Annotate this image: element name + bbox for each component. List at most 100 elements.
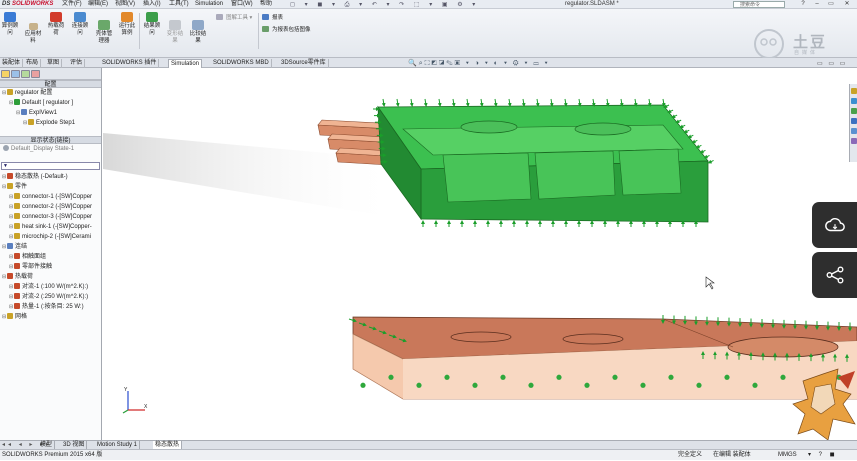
compare-results-button[interactable]: 比较结 果 — [187, 20, 209, 45]
convection-arrow — [409, 98, 414, 107]
tree-item-label: connector-3 (-[SW]Copper — [22, 214, 93, 220]
tree-item[interactable]: ⊟ 网格 — [0, 312, 101, 322]
editing-state: 在编辑 装配体 — [713, 452, 751, 458]
tree-item[interactable]: ⊟ Default [ regulator ] — [0, 98, 101, 108]
property-manager-tab-icon[interactable] — [11, 70, 20, 78]
assembly-model-view[interactable]: Y X — [103, 69, 857, 440]
heat-sink-part[interactable] — [377, 104, 709, 223]
tree-item[interactable]: ⊟ connector-2 (-[SW]Copper — [0, 202, 101, 212]
menu-tools[interactable]: 工具(T) — [169, 0, 189, 9]
display-manager-tab-icon[interactable] — [31, 70, 40, 78]
tree-item[interactable]: ⊟ heat sink-1 (-[SW]Copper- — [0, 222, 101, 232]
tab-3dsource[interactable]: 3DSource零件库 — [279, 59, 329, 68]
tab-sketch[interactable]: 草图 — [45, 59, 63, 68]
menu-simulation[interactable]: Simulation — [195, 0, 223, 9]
tree-item[interactable]: ⊟ regulator 配置 — [0, 88, 101, 98]
convection-arrow — [493, 98, 498, 107]
convection-arrow — [619, 98, 624, 107]
help-icon[interactable]: ? — [798, 0, 808, 9]
tab-assembly[interactable]: 装配体 — [0, 59, 24, 68]
graphics-viewport[interactable]: Y X — [103, 69, 857, 440]
feature-manager-tab-icon[interactable] — [1, 70, 10, 78]
tree-item[interactable]: ⊟ 相触面组 — [0, 252, 101, 262]
resources-icon[interactable] — [851, 88, 857, 94]
file-explorer-icon[interactable] — [851, 108, 857, 114]
appearances-icon[interactable] — [851, 128, 857, 134]
tree-node-icon — [7, 243, 13, 249]
tree-item-label: Explode Step1 — [36, 120, 76, 126]
tree-item[interactable]: ⊟ 零部件接触 — [0, 262, 101, 272]
copper-base-plate[interactable] — [352, 316, 857, 400]
view-palette-icon[interactable] — [851, 118, 857, 124]
tree-filter-input[interactable]: ▼ — [1, 162, 100, 170]
convection-arrow — [479, 98, 484, 107]
tree-item[interactable]: ⊟ 稳态散热 (-Default-) — [0, 172, 101, 182]
results-advisor-button[interactable]: 结果顾 问 — [141, 12, 163, 37]
study-advisor-button[interactable]: 算例顾 问 — [0, 12, 20, 37]
config-section-header: 配置 — [0, 80, 101, 88]
convection-arrow — [423, 98, 428, 107]
thermal-loads-label: 热载荷 荷 — [47, 23, 65, 36]
custom-properties-icon[interactable] — [851, 138, 857, 144]
tree-item[interactable]: ⊟ 连结 — [0, 242, 101, 252]
display-state-item[interactable]: Default_Display State-1 — [0, 144, 101, 154]
report-label: 报表 — [272, 15, 284, 21]
tab-simulation[interactable]: Simulation — [168, 59, 203, 68]
design-library-icon[interactable] — [851, 98, 857, 104]
cloud-save-button[interactable] — [812, 202, 857, 248]
convection-arrow — [563, 98, 568, 107]
tree-item[interactable]: ⊟ 对流-2 (:250 W/(m^2.K):) — [0, 292, 101, 302]
tree-node-icon — [14, 193, 20, 199]
status-icons[interactable]: ▾ ? ◼ — [808, 450, 838, 461]
menu-insert[interactable]: 插入(I) — [143, 0, 161, 9]
close-icon[interactable]: ✕ — [842, 0, 852, 9]
results-advisor-icon — [146, 12, 158, 22]
deformed-result-button[interactable]: 变形结 果 — [164, 20, 186, 45]
share-button[interactable] — [812, 252, 857, 298]
run-study-icon — [121, 12, 133, 22]
apply-material-button[interactable]: 应用材 料 — [22, 23, 44, 45]
tree-item[interactable]: ⊟ connector-1 (-[SW]Copper — [0, 192, 101, 202]
plot-tools-button[interactable]: 图解工具 ▾ — [216, 14, 252, 22]
include-image-button[interactable]: 为报表包括图像 — [262, 26, 311, 34]
tab-solidworks-addins[interactable]: SOLIDWORKS 插件 — [100, 59, 160, 68]
heads-up-view-toolbar[interactable]: 🔍⌕⛶◩◪✎▣ ▾ ◑ ▾ ◐ ▾ ⚙ ▾ ▭ ▾ — [408, 59, 550, 69]
menu-help[interactable]: 帮助 — [260, 0, 272, 9]
menu-window[interactable]: 窗口(W) — [231, 0, 253, 9]
run-study-label: 运行此 算例 — [118, 23, 136, 36]
restore-icon[interactable]: ▭ — [826, 0, 836, 9]
tree-item[interactable]: ⊟ 热载荷 — [0, 272, 101, 282]
tab-solidworks-mbd[interactable]: SOLIDWORKS MBD — [211, 59, 272, 68]
tree-item[interactable]: ⊟ microchip-2 (-[SW]Cerami — [0, 232, 101, 242]
report-button[interactable]: 报表 — [262, 14, 283, 22]
bottom-tabs: ◂◂ ◂ ▸ ▸▸ 模型 3D 视图 Motion Study 1 稳态散热 — [0, 440, 857, 450]
tab-evaluate[interactable]: 评估 — [68, 59, 86, 68]
tree-item[interactable]: ⊟ ExplView1 — [0, 108, 101, 118]
minimize-icon[interactable]: – — [812, 0, 822, 9]
tree-item[interactable]: ⊟ Explode Step1 — [0, 118, 101, 128]
task-pane — [849, 84, 857, 162]
heat-marker — [360, 382, 366, 388]
tree-item[interactable]: ⊟ 热量-1 (:按条目: 25 W:) — [0, 302, 101, 312]
tab-layout[interactable]: 布局 — [24, 59, 42, 68]
tree-item[interactable]: ⊟ connector-3 (-[SW]Copper — [0, 212, 101, 222]
menu-view[interactable]: 视图(V) — [115, 0, 135, 9]
thermal-load-icon — [50, 12, 62, 22]
heat-marker — [444, 374, 450, 380]
tree-item[interactable]: ⊟ 对流-1 (:100 W/(m^2.K):) — [0, 282, 101, 292]
config-manager-tab-icon[interactable] — [21, 70, 30, 78]
tree-item[interactable]: ⊟ 零件 — [0, 182, 101, 192]
menu-file[interactable]: 文件(F) — [62, 0, 82, 9]
coordinate-triad-icon: Y X — [122, 387, 148, 414]
tree-node-icon — [14, 293, 20, 299]
run-study-button[interactable]: 运行此 算例 — [116, 12, 138, 37]
search-input[interactable]: 搜索命令 — [733, 1, 785, 8]
watermark: 土豆 自媒体 — [753, 27, 845, 61]
connections-advisor-button[interactable]: 连接顾 问 — [68, 12, 92, 37]
thermal-loads-button[interactable]: 热载荷 荷 — [44, 12, 68, 37]
shell-manager-button[interactable]: 壳体管 理器 — [92, 20, 116, 45]
solidworks-logo[interactable]: DS SOLIDWORKS — [2, 0, 53, 9]
quick-access-toolbar[interactable]: ◻ ▾ ◼ ▾ ⎙ ▾ ↶ ▾ ↷ ⬚ ▾ ▣ ⚙ ▾ — [290, 1, 479, 9]
menu-edit[interactable]: 编辑(E) — [88, 0, 108, 9]
unit-system[interactable]: MMGS — [778, 450, 797, 461]
